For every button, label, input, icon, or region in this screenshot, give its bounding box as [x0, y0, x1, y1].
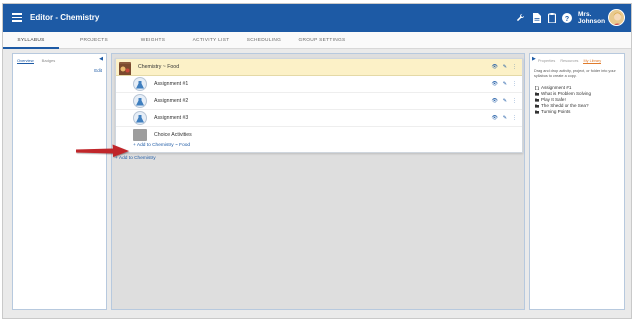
tab-group-settings[interactable]: GROUP SETTINGS [291, 32, 353, 49]
more-vertical-icon[interactable]: ⋮ [512, 115, 517, 121]
tab-bar: SYLLABUS PROJECTS WEIGHTS ACTIVITY LIST … [3, 32, 631, 49]
collapse-right-icon[interactable]: ▶ [532, 56, 536, 62]
user-name-line1: Mrs. [578, 11, 592, 18]
left-panel: ◀ Overview Badges Edit [12, 53, 107, 310]
pencil-icon[interactable]: ✎ [503, 98, 507, 104]
tab-my-library[interactable]: My Library [583, 59, 602, 64]
tab-activity-list[interactable]: ACTIVITY LIST [181, 32, 241, 49]
tab-weights[interactable]: WEIGHTS [125, 32, 181, 49]
folder-actions: 👁 ✎ ⋮ [491, 64, 517, 70]
eye-icon[interactable]: 👁 [491, 115, 497, 121]
tab-properties[interactable]: Properties [538, 59, 555, 64]
add-to-folder-link[interactable]: + Add to Chemistry ~ Food [133, 143, 190, 148]
choice-activities-label[interactable]: Choice Activities [154, 132, 192, 138]
library-item[interactable]: Turning Points [535, 109, 591, 115]
page-title: Editor - Chemistry [30, 13, 100, 22]
right-panel-tabs: Properties Resources My Library [538, 59, 602, 64]
more-vertical-icon[interactable]: ⋮ [512, 98, 517, 104]
user-name-line2: Johnson [578, 18, 606, 25]
item-actions: 👁 ✎ ⋮ [491, 81, 517, 87]
folder-icon [535, 104, 539, 108]
more-vertical-icon[interactable]: ⋮ [512, 64, 517, 70]
svg-text:?: ? [565, 16, 569, 23]
flask-icon [133, 77, 147, 91]
list-item[interactable]: Assignment #3 👁 ✎ ⋮ [116, 110, 522, 127]
document-icon[interactable] [532, 13, 542, 23]
right-panel: ▶ Properties Resources My Library Drag a… [529, 53, 625, 310]
tab-scheduling[interactable]: SCHEDULING [236, 32, 292, 49]
item-title[interactable]: Assignment #2 [154, 98, 188, 104]
folder-icon [535, 98, 539, 102]
eye-icon[interactable]: 👁 [491, 81, 497, 87]
avatar[interactable] [608, 9, 625, 26]
more-vertical-icon[interactable]: ⋮ [512, 81, 517, 87]
folder-icon [535, 92, 539, 96]
flask-icon [133, 94, 147, 108]
folder-row[interactable]: Chemistry ~ Food 👁 ✎ ⋮ [116, 59, 522, 76]
help-icon[interactable]: ? [562, 13, 572, 23]
folder-thumbnail [119, 62, 131, 75]
item-title[interactable]: Assignment #3 [154, 115, 188, 121]
eye-icon[interactable]: 👁 [491, 98, 497, 104]
tab-badges[interactable]: Badges [42, 58, 56, 64]
edit-link[interactable]: Edit [94, 68, 102, 73]
list-item[interactable]: Assignment #2 👁 ✎ ⋮ [116, 93, 522, 110]
item-actions: 👁 ✎ ⋮ [491, 115, 517, 121]
left-panel-tabs: Overview Badges [17, 58, 55, 64]
add-to-folder-label: Add to Chemistry ~ Food [136, 143, 191, 148]
document-icon [535, 86, 539, 90]
choice-activities-row[interactable]: Choice Activities [116, 127, 522, 144]
folder-title[interactable]: Chemistry ~ Food [138, 64, 179, 70]
app-window: Editor - Chemistry ? Mrs. Johnson SYLLAB… [2, 3, 632, 319]
annotation-arrow-icon [76, 144, 129, 157]
wrench-icon[interactable] [515, 13, 525, 23]
tab-overview[interactable]: Overview [17, 58, 34, 64]
folder-icon [535, 110, 539, 114]
library-help-text: Drag and drop activity, project, or fold… [534, 69, 616, 78]
eye-icon[interactable]: 👁 [491, 64, 497, 70]
tab-projects[interactable]: PROJECTS [66, 32, 122, 49]
flask-icon [133, 111, 147, 125]
item-title[interactable]: Assignment #1 [154, 81, 188, 87]
library-item-label: Turning Points [541, 109, 571, 114]
item-actions: 👁 ✎ ⋮ [491, 98, 517, 104]
pencil-icon[interactable]: ✎ [503, 64, 507, 70]
list-item[interactable]: Assignment #1 👁 ✎ ⋮ [116, 76, 522, 93]
library-list: Assignment #1 What is Problem Solving Pl… [535, 85, 591, 115]
tab-syllabus[interactable]: SYLLABUS [3, 32, 59, 49]
user-name[interactable]: Mrs. Johnson [578, 11, 605, 25]
top-bar: Editor - Chemistry ? Mrs. Johnson [3, 4, 631, 32]
plus-icon: + [133, 143, 136, 148]
folder-icon [133, 129, 147, 141]
hamburger-menu-icon[interactable] [12, 13, 22, 22]
pencil-icon[interactable]: ✎ [503, 115, 507, 121]
tab-resources[interactable]: Resources [560, 59, 578, 64]
clipboard-icon[interactable] [547, 13, 557, 24]
syllabus-area: Chemistry ~ Food 👁 ✎ ⋮ Assignment #1 👁 ✎… [111, 53, 525, 310]
folder-card: Chemistry ~ Food 👁 ✎ ⋮ Assignment #1 👁 ✎… [115, 58, 523, 153]
pencil-icon[interactable]: ✎ [503, 81, 507, 87]
collapse-left-icon[interactable]: ◀ [99, 56, 103, 62]
